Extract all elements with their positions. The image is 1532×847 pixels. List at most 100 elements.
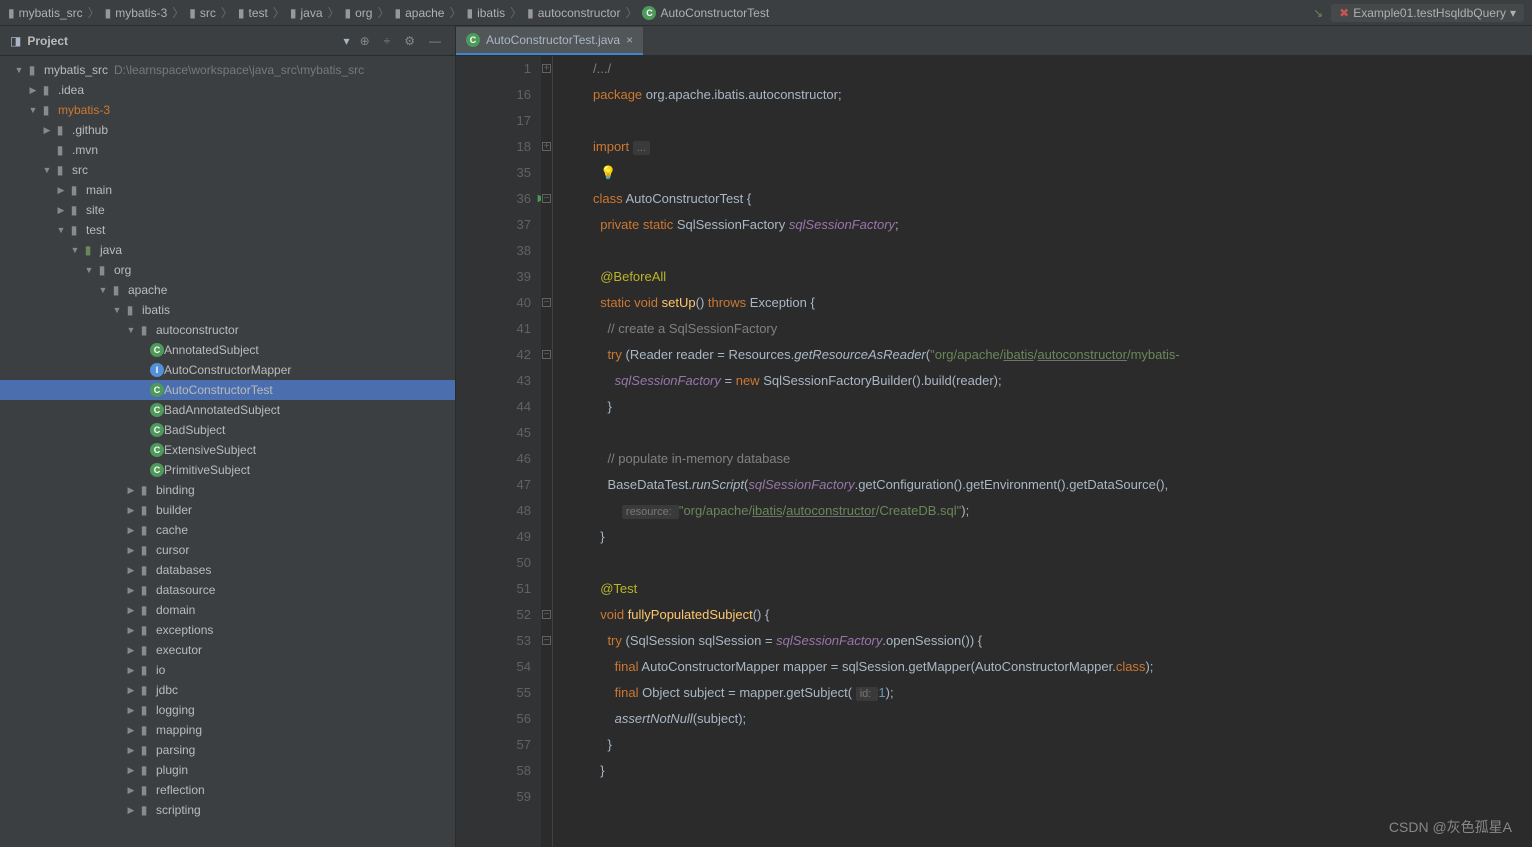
code-line[interactable]: } [593,524,1532,550]
line-number[interactable]: 39 [456,264,531,290]
tree-arrow[interactable] [28,85,38,96]
tree-arrow[interactable] [112,305,122,315]
line-number[interactable]: 43 [456,368,531,394]
tree-item[interactable]: ▮ mapping [0,720,455,740]
line-number[interactable]: 41 [456,316,531,342]
tree-item[interactable]: ▮ databases [0,560,455,580]
line-number[interactable]: 38 [456,238,531,264]
tree-arrow[interactable] [70,245,80,255]
code-line[interactable]: resource: "org/apache/ibatis/autoconstru… [593,498,1532,524]
line-number[interactable]: 37 [456,212,531,238]
code-line[interactable]: try (Reader reader = Resources.getResour… [593,342,1532,368]
line-number[interactable]: 16 [456,82,531,108]
expand-icon[interactable]: ÷ [380,34,395,48]
tree-arrow[interactable] [126,665,136,676]
line-number[interactable]: 56 [456,706,531,732]
code-line[interactable]: @BeforeAll [593,264,1532,290]
code-line[interactable]: assertNotNull(subject); [593,706,1532,732]
line-number[interactable]: 49 [456,524,531,550]
fold-icon[interactable]: − [542,194,551,203]
tree-arrow[interactable] [126,765,136,776]
tree-item[interactable]: ▮ apache [0,280,455,300]
breadcrumb-item[interactable]: ▮ org [345,6,373,20]
fold-icon[interactable]: − [542,636,551,645]
tree-item[interactable]: C ExtensiveSubject [0,440,455,460]
collapse-icon[interactable]: — [425,34,445,48]
tree-arrow[interactable] [42,165,52,175]
code-line[interactable]: class AutoConstructorTest { [593,186,1532,212]
breadcrumb-item[interactable]: ▮ autoconstructor [527,6,620,20]
line-number[interactable]: 1 [456,56,531,82]
tree-item[interactable]: ▮ java [0,240,455,260]
tree-item[interactable]: ▮ site [0,200,455,220]
settings-icon[interactable]: ⚙ [400,34,419,48]
tree-item[interactable]: ▮ .github [0,120,455,140]
tree-arrow[interactable] [126,525,136,536]
tree-item[interactable]: ▮ mybatis-3 [0,100,455,120]
line-number[interactable]: 40 [456,290,531,316]
code-line[interactable]: } [593,732,1532,758]
tree-item[interactable]: ▮ .mvn [0,140,455,160]
tree-arrow[interactable] [126,785,136,796]
code-line[interactable]: // populate in-memory database [593,446,1532,472]
code-line[interactable]: static void setUp() throws Exception { [593,290,1532,316]
tree-item[interactable]: ▮ src [0,160,455,180]
tree-item[interactable]: ▮ scripting [0,800,455,820]
tree-arrow[interactable] [126,705,136,716]
tree-arrow[interactable] [126,505,136,516]
tree-arrow[interactable] [126,325,136,335]
breadcrumb-item[interactable]: ▮ java [290,6,323,20]
tree-item[interactable]: ▮ mybatis_srcD:\learnspace\workspace\jav… [0,60,455,80]
line-number[interactable]: 55 [456,680,531,706]
fold-icon[interactable]: − [542,350,551,359]
tree-item[interactable]: ▮ org [0,260,455,280]
line-number[interactable]: 44 [456,394,531,420]
tree-item[interactable]: ▮ ibatis [0,300,455,320]
code-line[interactable]: import ... [593,134,1532,160]
tree-item[interactable]: ▮ main [0,180,455,200]
breadcrumb-item[interactable]: C AutoConstructorTest [642,6,769,20]
breadcrumb-item[interactable]: ▮ src [189,6,216,20]
line-number[interactable]: 53 [456,628,531,654]
code-line[interactable]: /.../ [593,56,1532,82]
fold-column[interactable]: ++−−−−− [541,56,553,847]
code-line[interactable] [593,784,1532,810]
tree-arrow[interactable] [126,565,136,576]
tree-item[interactable]: ▮ autoconstructor [0,320,455,340]
code-line[interactable]: void fullyPopulatedSubject() { [593,602,1532,628]
tree-item[interactable]: ▮ domain [0,600,455,620]
tree-arrow[interactable] [84,265,94,275]
fold-icon[interactable]: − [542,610,551,619]
tab-active[interactable]: C AutoConstructorTest.java × [456,27,643,55]
breadcrumb-item[interactable]: ▮ mybatis_src [8,6,83,20]
code-line[interactable]: final Object subject = mapper.getSubject… [593,680,1532,706]
run-config-selector[interactable]: ✖ Example01.testHsqldbQuery ▾ [1331,4,1524,22]
tree-arrow[interactable] [126,585,136,596]
tree-arrow[interactable] [126,685,136,696]
tree-arrow[interactable] [56,225,66,235]
line-number[interactable]: 52▶ [456,602,531,628]
code-line[interactable]: } [593,394,1532,420]
breadcrumb-item[interactable]: ▮ ibatis [466,6,505,20]
tree-arrow[interactable] [126,625,136,636]
code-line[interactable]: package org.apache.ibatis.autoconstructo… [593,82,1532,108]
tree-item[interactable]: ▮ parsing [0,740,455,760]
line-number[interactable]: 51 [456,576,531,602]
tree-arrow[interactable] [28,105,38,115]
fold-icon[interactable]: + [542,142,551,151]
code-line[interactable]: } [593,758,1532,784]
close-icon[interactable]: × [626,33,633,47]
line-number[interactable]: 18 [456,134,531,160]
tree-item[interactable]: ▮ datasource [0,580,455,600]
fold-icon[interactable]: + [542,64,551,73]
code-line[interactable]: @Test [593,576,1532,602]
line-number[interactable]: 46 [456,446,531,472]
tree-arrow[interactable] [126,805,136,816]
tree-arrow[interactable] [126,725,136,736]
tree-item[interactable]: ▮ jdbc [0,680,455,700]
tree-arrow[interactable] [42,125,52,136]
code-content[interactable]: /.../package org.apache.ibatis.autoconst… [553,56,1532,847]
code-line[interactable]: 💡 [593,160,1532,186]
breadcrumb-item[interactable]: ▮ apache [394,6,444,20]
line-number[interactable]: 45 [456,420,531,446]
